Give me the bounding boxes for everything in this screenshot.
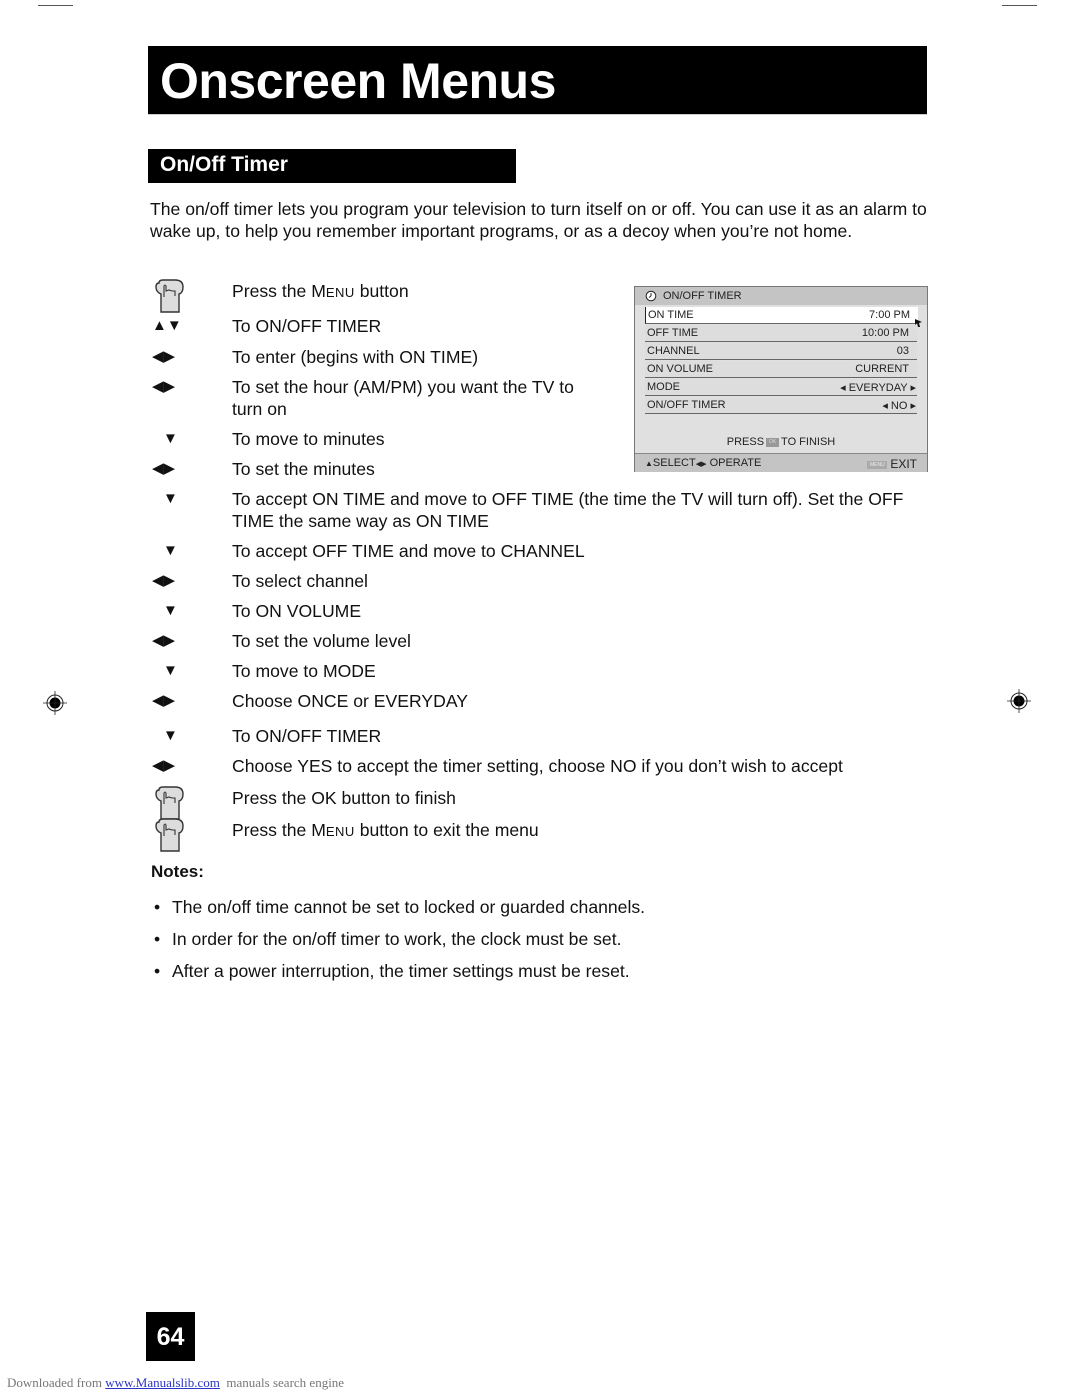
- step-text: To ON VOLUME: [232, 601, 362, 621]
- step-text: To set the volume level: [232, 631, 411, 651]
- hand-press-icon: [153, 786, 213, 820]
- bullet-icon: •: [154, 961, 161, 981]
- step-text: To move to minutes: [232, 429, 385, 449]
- osd-row-value: ◂ EVERYDAY ▸: [840, 382, 916, 394]
- osd-operate-label: OPERATE: [709, 457, 762, 469]
- down-arrow-icon: ▼: [163, 727, 178, 744]
- chapter-header: Onscreen Menus: [148, 46, 927, 115]
- hand-press-icon: [153, 279, 213, 313]
- left-right-arrows-icon: ◀▶: [152, 378, 176, 395]
- osd-row-value: ◂ NO ▸: [882, 400, 916, 412]
- osd-on-off-timer-screen: ON/OFF TIMER ON TIME 7:00 PM OFF TIME 10:00…: [634, 286, 928, 472]
- osd-row-label: MODE: [647, 381, 680, 393]
- note-text: In order for the on/off timer to work, t…: [172, 929, 622, 949]
- note-item: • The on/off time cannot be set to locked…: [154, 896, 645, 918]
- step-text: To enter (begins with ON TIME): [232, 347, 479, 367]
- osd-row-value: 03: [896, 345, 909, 357]
- cursor-arrow-icon: [915, 319, 922, 327]
- left-right-arrows-icon: ◀▶: [152, 632, 176, 649]
- download-footer: Downloaded from www.Manualslib.com manua…: [7, 1375, 345, 1390]
- osd-finish-hint: PRESS OK TO FINISH: [726, 436, 836, 448]
- down-arrow-icon: ▼: [163, 490, 178, 507]
- menu-button-icon: MENU: [867, 461, 888, 470]
- step-text: Press the MENU button: [232, 281, 409, 301]
- note-item: • In order for the on/off timer to work, …: [154, 928, 622, 950]
- step-text: To set the minutes: [232, 459, 375, 479]
- osd-menu-row[interactable]: ON TIME 7:00 PM: [645, 307, 918, 324]
- section-header: On/Off Timer: [148, 149, 516, 183]
- left-right-arrows-icon: ◀▶: [695, 461, 707, 468]
- menu-key-label: MENU: [311, 820, 355, 840]
- osd-row-label: ON/OFF TIMER: [647, 399, 726, 411]
- osd-footer: ▲︎SELECT◀▶ OPERATE MENU EXIT: [635, 453, 927, 472]
- menu-key-label: MENU: [311, 281, 355, 301]
- osd-menu-row[interactable]: OFF TIME 10:00 PM: [645, 325, 917, 342]
- notes-heading: Notes:: [151, 862, 204, 881]
- osd-row-value: 10:00 PM: [861, 327, 909, 339]
- bullet-icon: •: [154, 897, 161, 917]
- page-number: 64: [146, 1312, 195, 1361]
- up-down-arrows-icon: ▲▼: [152, 317, 182, 334]
- left-right-arrows-icon: ◀▶: [152, 757, 176, 774]
- osd-menu-row[interactable]: ON VOLUME CURRENT: [645, 361, 917, 378]
- left-right-arrows-icon: ◀▶: [152, 460, 176, 477]
- down-arrow-icon: ▼: [163, 662, 178, 679]
- left-right-arrows-icon: ◀▶: [152, 348, 176, 365]
- osd-row-label: OFF TIME: [647, 327, 699, 339]
- osd-exit-label: EXIT: [890, 457, 917, 471]
- osd-row-value: CURRENT: [855, 363, 909, 375]
- down-arrow-icon: ▼: [163, 430, 178, 447]
- registration-mark-icon: [1007, 689, 1031, 713]
- osd-title-bar: ON/OFF TIMER: [635, 287, 927, 305]
- left-right-arrows-icon: ◀▶: [152, 572, 176, 589]
- note-text: After a power interruption, the timer se…: [172, 961, 630, 981]
- osd-title: ON/OFF TIMER: [663, 290, 742, 302]
- step-text: To set the hour (AM/PM) you want the TV …: [232, 377, 574, 419]
- osd-select-label: SELECT: [652, 457, 696, 469]
- step-text: To accept ON TIME and move to OFF TIME (…: [232, 489, 904, 531]
- osd-menu-row[interactable]: CHANNEL 03: [645, 343, 917, 360]
- note-text: The on/off time cannot be set to locked …: [172, 897, 646, 917]
- crop-mark: [1002, 5, 1037, 6]
- osd-row-label: ON VOLUME: [647, 363, 714, 375]
- ok-button-icon: OK: [766, 437, 780, 447]
- bullet-icon: •: [154, 929, 161, 949]
- intro-paragraph: The on/off timer lets you program your t…: [150, 199, 927, 241]
- osd-row-label: CHANNEL: [647, 345, 700, 357]
- step-text: To ON/OFF TIMER: [232, 726, 382, 746]
- down-arrow-icon: ▼: [163, 602, 178, 619]
- manualslib-link[interactable]: www.Manualslib.com: [105, 1375, 220, 1390]
- down-arrow-icon: ▼: [163, 542, 178, 559]
- step-text: To ON/OFF TIMER: [232, 316, 382, 336]
- osd-row-label: ON TIME: [648, 309, 694, 321]
- section-title: On/Off Timer: [160, 153, 288, 176]
- up-down-arrows-icon: ▲︎: [645, 459, 653, 468]
- left-right-arrows-icon: ◀▶: [152, 692, 176, 709]
- registration-mark-icon: [43, 691, 67, 715]
- osd-menu-row[interactable]: MODE ◂ EVERYDAY ▸: [645, 379, 917, 396]
- step-text: To move to MODE: [232, 661, 376, 681]
- step-text: Choose YES to accept the timer setting, …: [232, 756, 843, 776]
- clock-icon: [645, 290, 657, 302]
- step-text: To select channel: [232, 571, 368, 591]
- osd-row-value: 7:00 PM: [869, 309, 910, 321]
- step-text: Press the OK button to finish: [232, 788, 456, 808]
- hand-press-icon: [153, 818, 213, 852]
- step-text: Choose ONCE or EVERYDAY: [232, 691, 468, 711]
- osd-menu-row[interactable]: ON/OFF TIMER ◂ NO ▸: [645, 397, 917, 414]
- chapter-title: Onscreen Menus: [160, 53, 556, 109]
- step-text: To accept OFF TIME and move to CHANNEL: [232, 541, 585, 561]
- note-item: • After a power interruption, the timer s…: [154, 960, 630, 982]
- crop-mark: [38, 5, 73, 6]
- step-text: Press the MENU button to exit the menu: [232, 820, 539, 840]
